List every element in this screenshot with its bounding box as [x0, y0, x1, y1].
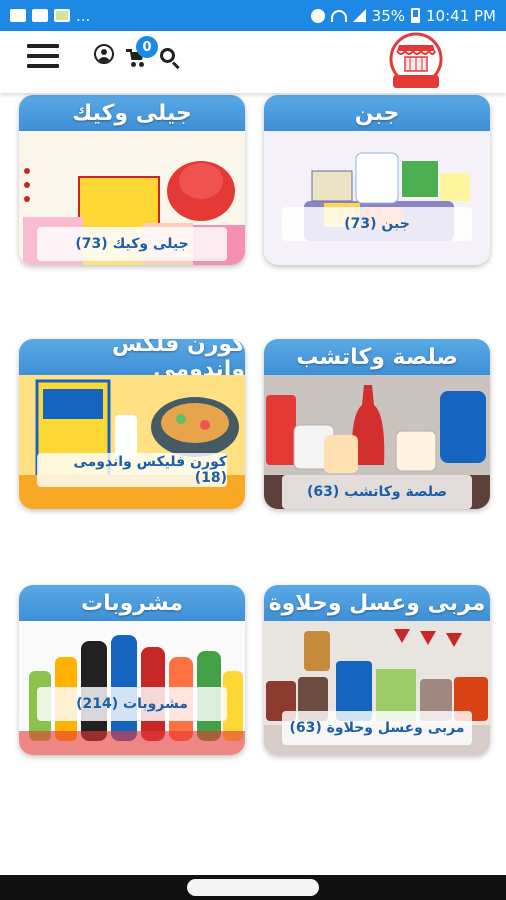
- category-title: جيلى وكيك: [19, 95, 245, 131]
- menu-icon-bar: [27, 64, 59, 68]
- category-card-drinks[interactable]: مشروبات مشروبات (214): [19, 585, 245, 755]
- category-title: صلصة وكاتشب: [264, 339, 490, 375]
- category-card-jam-honey[interactable]: مربى وعسل وحلاوة مربى وعسل وحلاوة (63): [264, 585, 490, 755]
- category-card-cornflakes-noodles[interactable]: كورن فلكس واندومى كورن فليكس واندومى (18…: [19, 339, 245, 509]
- menu-button[interactable]: [27, 44, 59, 68]
- signal-icon: [352, 9, 366, 22]
- status-bar: ... 35% 10:41 PM: [0, 0, 506, 31]
- category-card-sauce-ketchup[interactable]: صلصة وكاتشب صلصة وكاتشب (63): [264, 339, 490, 509]
- system-nav-bar: [0, 875, 506, 900]
- category-label: جبن (73): [282, 207, 472, 241]
- store-logo[interactable]: [383, 31, 449, 91]
- category-title: مشروبات: [19, 585, 245, 621]
- category-label: مشروبات (214): [37, 687, 227, 721]
- battery-percent: 35%: [371, 6, 406, 25]
- category-image-cheese: [264, 131, 490, 265]
- category-card-jelly-cake[interactable]: جيلى وكيك جيلى وكيك (73): [19, 95, 245, 265]
- wifi-icon: [330, 9, 347, 22]
- category-label: جيلى وكيك (73): [37, 227, 227, 261]
- battery-icon: [411, 8, 421, 23]
- category-grid: جبن جبن (73) جيلى وكيك جيلى وكيك (73) صل…: [0, 93, 506, 875]
- user-icon[interactable]: [94, 44, 114, 64]
- category-title: كورن فلكس واندومى: [19, 339, 245, 382]
- sim-icon: [32, 9, 48, 22]
- category-image-cornflakes: [19, 375, 245, 509]
- cart-count-badge[interactable]: 0: [136, 36, 158, 58]
- app-bar: 0: [0, 31, 506, 93]
- menu-icon-bar: [27, 54, 59, 58]
- cart-wheel: [131, 62, 136, 67]
- status-right: 35% 10:41 PM: [310, 6, 496, 25]
- status-left: ...: [10, 7, 90, 25]
- search-icon[interactable]: [160, 48, 182, 70]
- category-title: مربى وعسل وحلاوة: [264, 585, 490, 621]
- alarm-icon: [310, 8, 325, 23]
- category-label: صلصة وكاتشب (63): [282, 475, 472, 509]
- photo-icon: [54, 9, 70, 22]
- clock: 10:41 PM: [426, 6, 496, 25]
- search-handle: [171, 61, 180, 70]
- category-label: مربى وعسل وحلاوة (63): [282, 711, 472, 745]
- menu-icon-bar: [27, 44, 59, 48]
- status-more: ...: [76, 6, 91, 25]
- cart-handle: [126, 49, 132, 52]
- home-gesture-pill[interactable]: [187, 879, 319, 896]
- search-lens: [160, 48, 175, 63]
- category-title: جبن: [264, 95, 490, 131]
- message-icon: [10, 9, 26, 22]
- cart-wheel: [139, 62, 144, 67]
- category-card-cheese[interactable]: جبن جبن (73): [264, 95, 490, 265]
- category-label: كورن فليكس واندومى (18): [37, 453, 227, 487]
